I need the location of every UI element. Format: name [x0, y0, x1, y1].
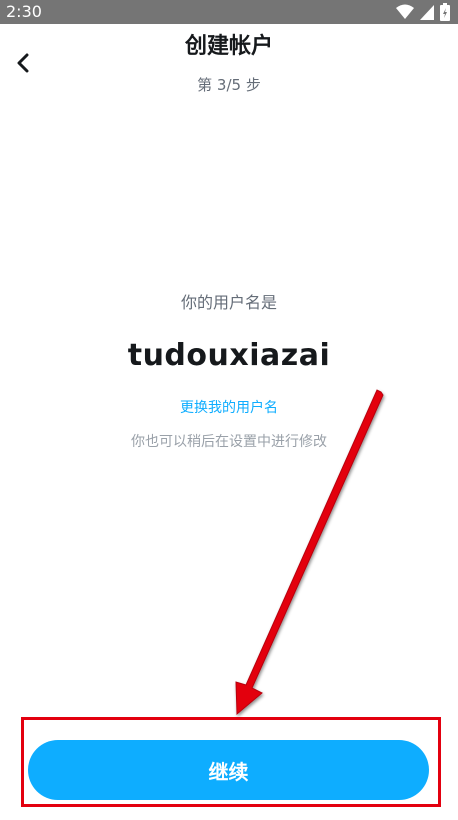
username-caption: 你的用户名是: [180, 293, 277, 312]
continue-button-label: 继续: [208, 759, 249, 784]
change-username-link[interactable]: 更换我的用户名: [0, 398, 458, 418]
status-icons: [396, 3, 450, 21]
change-later-hint: 你也可以稍后在设置中进行修改: [131, 434, 327, 450]
status-bar: 2:30: [0, 0, 458, 24]
wifi-icon: [396, 4, 414, 19]
step-indicator: 第 3/5 步: [197, 76, 261, 94]
page-title: 创建帐户: [184, 34, 273, 59]
username-value: tudouxiazai: [127, 338, 331, 373]
signal-icon: [420, 5, 434, 20]
status-time: 2:30: [6, 2, 42, 21]
continue-button[interactable]: 继续: [28, 740, 429, 800]
battery-icon: [440, 3, 450, 21]
